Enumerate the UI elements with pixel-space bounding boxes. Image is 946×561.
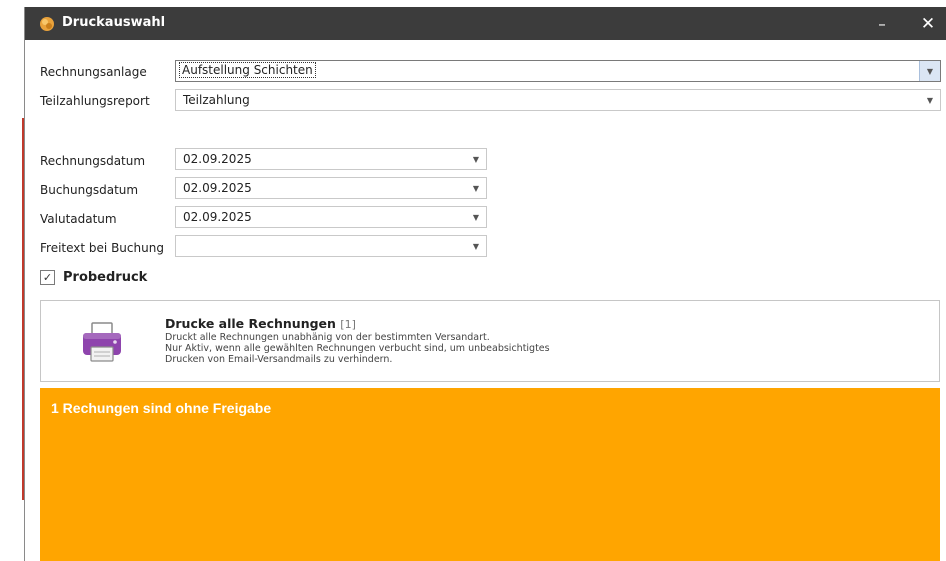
close-button[interactable]: ✕: [911, 7, 945, 40]
print-all-title-text: Drucke alle Rechnungen: [165, 316, 336, 331]
chevron-down-icon[interactable]: ▼: [919, 61, 940, 81]
chevron-down-icon[interactable]: ▼: [466, 236, 486, 256]
freitext-dropdown[interactable]: ▼: [175, 235, 487, 257]
background-strip: [0, 0, 24, 561]
description-line: Drucken von Email-Versandmails zu verhin…: [165, 354, 393, 365]
buchungsdatum-picker[interactable]: 02.09.2025 ▼: [175, 177, 487, 199]
app-icon: [40, 17, 54, 31]
warning-text: 1 Rechungen sind ohne Freigabe: [51, 400, 272, 416]
rechnungsanlage-value: Aufstellung Schichten: [179, 62, 316, 78]
probedruck-checkbox[interactable]: ✓: [40, 270, 55, 285]
chevron-down-icon[interactable]: ▼: [466, 149, 486, 169]
chevron-down-icon[interactable]: ▼: [466, 207, 486, 227]
buchungsdatum-label: Buchungsdatum: [40, 183, 139, 197]
printer-icon: [83, 322, 121, 362]
description-line: Druckt alle Rechnungen unabhänig von der…: [165, 332, 490, 343]
chevron-down-icon[interactable]: ▼: [920, 90, 940, 110]
minimize-button[interactable]: –: [865, 7, 899, 40]
druckauswahl-dialog: Druckauswahl – ✕ Rechnungsanlage Aufstel…: [24, 7, 946, 561]
print-all-title: Drucke alle Rechnungen [1]: [165, 316, 356, 331]
print-all-description: Druckt alle Rechnungen unabhänig von der…: [165, 332, 550, 365]
buchungsdatum-value: 02.09.2025: [183, 181, 252, 195]
probedruck-label[interactable]: Probedruck: [63, 270, 147, 285]
chevron-down-icon[interactable]: ▼: [466, 178, 486, 198]
warning-panel: 1 Rechungen sind ohne Freigabe: [40, 388, 940, 561]
description-line: Nur Aktiv, wenn alle gewählten Rechnunge…: [165, 343, 550, 354]
window-title: Druckauswahl: [62, 15, 166, 30]
title-bar[interactable]: Druckauswahl – ✕: [25, 7, 946, 40]
teilzahlungsreport-label: Teilzahlungsreport: [40, 94, 150, 108]
rechnungsdatum-label: Rechnungsdatum: [40, 154, 146, 168]
rechnungsanlage-dropdown[interactable]: Aufstellung Schichten ▼: [175, 60, 941, 82]
valutadatum-picker[interactable]: 02.09.2025 ▼: [175, 206, 487, 228]
teilzahlungsreport-value: Teilzahlung: [183, 93, 250, 107]
valutadatum-label: Valutadatum: [40, 212, 117, 226]
print-all-count: [1]: [340, 318, 356, 331]
rechnungsdatum-picker[interactable]: 02.09.2025 ▼: [175, 148, 487, 170]
rechnungsanlage-label: Rechnungsanlage: [40, 65, 147, 79]
print-all-button[interactable]: Drucke alle Rechnungen [1] Druckt alle R…: [40, 300, 940, 382]
valutadatum-value: 02.09.2025: [183, 210, 252, 224]
freitext-label: Freitext bei Buchung: [40, 241, 164, 255]
rechnungsdatum-value: 02.09.2025: [183, 152, 252, 166]
teilzahlungsreport-dropdown[interactable]: Teilzahlung ▼: [175, 89, 941, 111]
